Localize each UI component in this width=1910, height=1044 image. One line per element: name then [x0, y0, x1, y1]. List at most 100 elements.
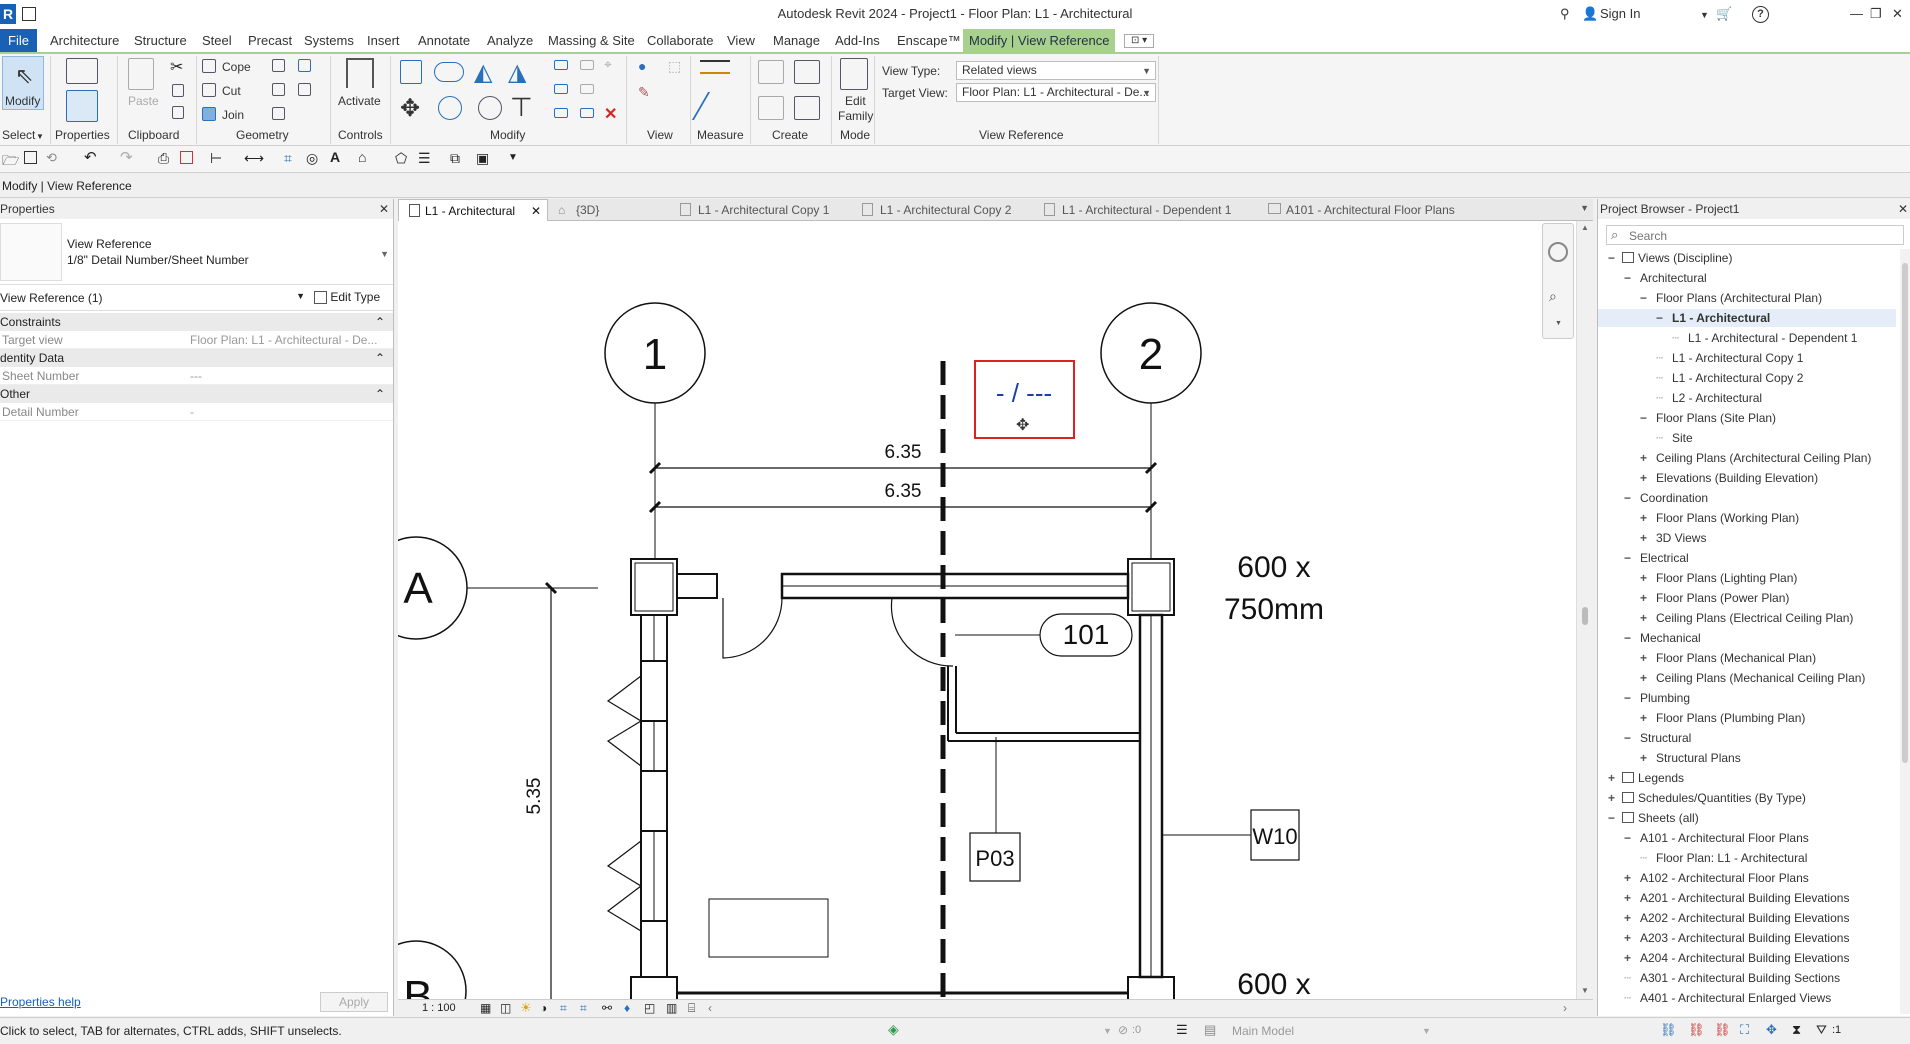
- hide-icon[interactable]: ●: [638, 58, 646, 74]
- dimension-top-1[interactable]: 6.35: [648, 442, 1158, 475]
- export-icon[interactable]: [180, 151, 193, 164]
- close-icon[interactable]: ✕: [1898, 199, 1908, 219]
- browser-node[interactable]: ┄ Floor Plan: L1 - Architectural: [1598, 849, 1896, 867]
- filter-icon[interactable]: ⛛: [1816, 1022, 1827, 1038]
- tab-massing-site[interactable]: Massing & Site: [542, 29, 641, 52]
- move-handle-icon[interactable]: ✥: [1016, 417, 1029, 434]
- browser-node[interactable]: ┄ Site: [1598, 429, 1896, 447]
- measure-quick-icon[interactable]: ⊢: [210, 150, 222, 167]
- scrollbar-thumb[interactable]: [1582, 607, 1588, 625]
- browser-node[interactable]: + Floor Plans (Plumbing Plan): [1598, 709, 1896, 727]
- property-value[interactable]: Floor Plan: L1 - Architectural - De...: [190, 331, 377, 349]
- split-face-icon[interactable]: [272, 83, 285, 96]
- browser-node[interactable]: ┄ A401 - Architectural Enlarged Views: [1598, 989, 1896, 1007]
- browser-node[interactable]: − Plumbing: [1598, 689, 1896, 707]
- tab-steel[interactable]: Steel: [196, 29, 238, 52]
- open-icon[interactable]: 🗁: [2, 150, 19, 174]
- tab-a101[interactable]: A101 - Architectural Floor Plans: [1260, 199, 1470, 221]
- grid-line-b[interactable]: B: [398, 940, 467, 999]
- grid-line-1[interactable]: 1: [604, 302, 706, 561]
- contextual-tab-toggle[interactable]: ⊡ ▾: [1124, 34, 1155, 48]
- browser-node[interactable]: − Floor Plans (Architectural Plan): [1598, 289, 1896, 307]
- chevron-down-icon[interactable]: ▼: [1103, 1026, 1112, 1036]
- scroll-up-icon[interactable]: ▲: [1581, 223, 1589, 232]
- collapse-icon[interactable]: −: [1624, 489, 1631, 507]
- tab-view[interactable]: View: [721, 29, 761, 52]
- browser-node[interactable]: ┄ L1 - Architectural - Dependent 1: [1598, 329, 1896, 347]
- collapse-icon[interactable]: −: [1624, 689, 1631, 707]
- copy-icon[interactable]: [172, 84, 184, 97]
- browser-node[interactable]: + A102 - Architectural Floor Plans: [1598, 869, 1896, 887]
- dimension-top-2[interactable]: 6.35: [648, 481, 1158, 514]
- tab-l1-copy-1[interactable]: L1 - Architectural Copy 1: [672, 199, 852, 221]
- browser-node[interactable]: + Floor Plans (Mechanical Plan): [1598, 649, 1896, 667]
- redo-icon[interactable]: ↷: [120, 148, 133, 166]
- browser-node[interactable]: − Architectural: [1598, 269, 1896, 287]
- column-a1[interactable]: [630, 558, 678, 616]
- browser-search[interactable]: ⌕: [1606, 225, 1904, 245]
- expand-icon[interactable]: +: [1624, 889, 1631, 907]
- browser-node[interactable]: ┄ L1 - Architectural Copy 2: [1598, 369, 1896, 387]
- expand-icon[interactable]: +: [1640, 469, 1647, 487]
- column-a2[interactable]: [1127, 558, 1175, 616]
- join-button[interactable]: Join: [222, 108, 244, 122]
- rotate-icon[interactable]: [478, 96, 502, 120]
- mirror-pick-axis-icon[interactable]: ◭: [474, 58, 492, 87]
- close-window-icon[interactable]: ✕: [1892, 6, 1903, 22]
- demolish-icon[interactable]: [298, 83, 311, 96]
- expand-icon[interactable]: +: [1640, 669, 1647, 687]
- tab-structure[interactable]: Structure: [128, 29, 193, 52]
- tab-manage[interactable]: Manage: [767, 29, 826, 52]
- browser-node[interactable]: − Mechanical: [1598, 629, 1896, 647]
- properties-help-link[interactable]: Properties help: [0, 995, 81, 1009]
- thin-lines-icon[interactable]: ☰: [418, 150, 431, 167]
- browser-node[interactable]: + Structural Plans: [1598, 749, 1896, 767]
- aligned-dimension-quick-icon[interactable]: ⟷: [244, 150, 264, 167]
- browser-node[interactable]: + Elevations (Building Elevation): [1598, 469, 1896, 487]
- collapse-icon[interactable]: −: [1656, 309, 1663, 327]
- browser-node[interactable]: +3D Views: [1598, 529, 1896, 547]
- text-quick-icon[interactable]: A: [330, 149, 340, 165]
- tab-l1-copy-2[interactable]: L1 - Architectural Copy 2: [854, 199, 1034, 221]
- close-hidden-icon[interactable]: ⬠: [395, 150, 407, 167]
- crop-view-icon[interactable]: ⌗: [560, 1001, 567, 1016]
- split-icon[interactable]: [580, 60, 594, 70]
- view-reference-tag[interactable]: - / --- ✥: [974, 360, 1075, 439]
- browser-node[interactable]: + A201 - Architectural Building Elevation…: [1598, 889, 1896, 907]
- section-icon[interactable]: ◎: [306, 150, 318, 167]
- expand-icon[interactable]: +: [1608, 789, 1615, 807]
- scroll-left-icon[interactable]: ‹: [708, 1001, 712, 1015]
- temporary-hide-icon[interactable]: ♦: [624, 1001, 630, 1015]
- canvas-vertical-scrollbar[interactable]: ▲ ▼: [1576, 221, 1593, 999]
- tab-precast[interactable]: Precast: [242, 29, 298, 52]
- cut-icon[interactable]: [202, 83, 216, 97]
- visual-style-icon[interactable]: ◫: [500, 1001, 511, 1015]
- customize-qat-icon[interactable]: ▼: [508, 152, 518, 163]
- measure-icon[interactable]: [700, 60, 730, 74]
- browser-node[interactable]: ┄ L2 - Architectural: [1598, 389, 1896, 407]
- save-icon[interactable]: [24, 151, 37, 164]
- property-value[interactable]: -: [190, 403, 194, 421]
- sun-path-icon[interactable]: ☀: [520, 1000, 532, 1016]
- tile-icon[interactable]: ▣: [476, 150, 489, 167]
- detail-level-icon[interactable]: ▦: [480, 1001, 491, 1015]
- expand-icon[interactable]: +: [1624, 909, 1631, 927]
- edit-family-icon[interactable]: [840, 58, 868, 90]
- expand-icon[interactable]: +: [1640, 589, 1647, 607]
- select-pinned-icon[interactable]: ⛓: [1714, 1022, 1731, 1038]
- tab-collaborate[interactable]: Collaborate: [641, 29, 720, 52]
- user-icon[interactable]: 👤: [1582, 6, 1598, 22]
- browser-node[interactable]: + Ceiling Plans (Architectural Ceiling Pl…: [1598, 449, 1896, 467]
- select-by-face-icon[interactable]: ⛶: [1740, 1022, 1749, 1038]
- type-selector[interactable]: View Reference 1/8" Detail Number/Sheet …: [0, 219, 393, 285]
- show-crop-icon[interactable]: ⌗: [580, 1001, 587, 1016]
- steering-wheel-icon[interactable]: [1548, 242, 1568, 262]
- select-dropdown-icon[interactable]: ▼: [36, 132, 44, 141]
- property-value[interactable]: ---: [190, 367, 202, 385]
- expand-icon[interactable]: +: [1640, 449, 1647, 467]
- column-size-label[interactable]: 600 x: [1237, 968, 1310, 999]
- copy-elements-icon[interactable]: [438, 96, 462, 120]
- sync-icon[interactable]: ⟲: [46, 150, 57, 166]
- door-left[interactable]: [722, 597, 783, 659]
- tag-icon[interactable]: ⌗: [284, 150, 292, 167]
